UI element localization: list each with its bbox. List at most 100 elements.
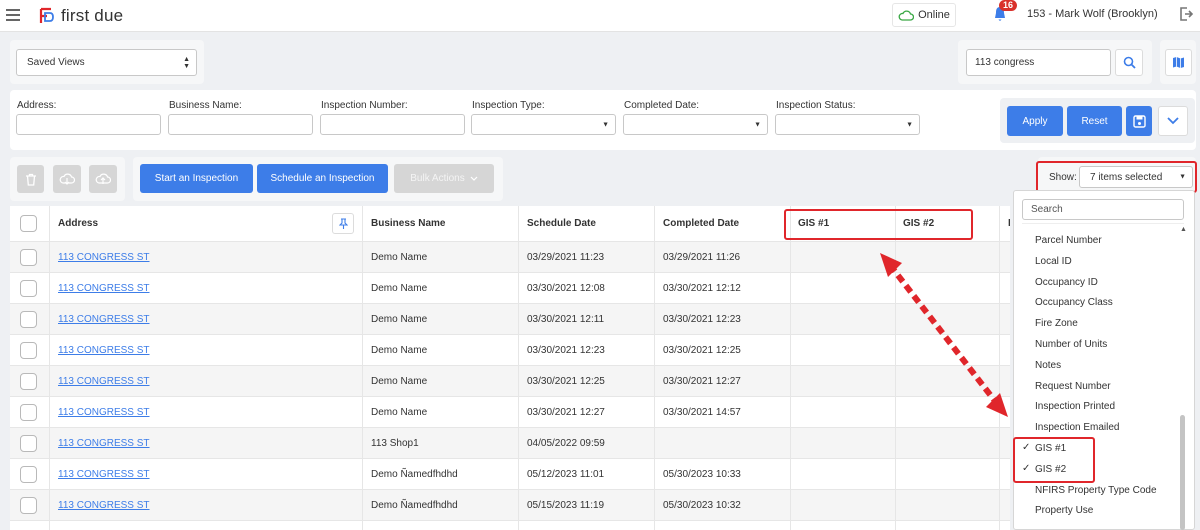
address-link[interactable]: 113 CONGRESS ST (58, 252, 150, 263)
column-option[interactable]: Property Use (1035, 505, 1093, 516)
next-column-header[interactable]: P (1000, 206, 1010, 241)
row-checkbox[interactable] (20, 279, 37, 297)
reset-button[interactable]: Reset (1067, 106, 1122, 136)
hamburger-menu-icon[interactable] (6, 9, 20, 21)
business-name-cell: Demo Name (371, 406, 428, 418)
expand-filters-button[interactable] (1158, 106, 1188, 136)
completed-date-select[interactable]: ▼ (623, 114, 768, 135)
completed-date-cell: 03/30/2021 14:57 (663, 406, 741, 418)
address-header[interactable]: Address (50, 206, 363, 241)
row-checkbox[interactable] (20, 465, 37, 483)
saved-views-select[interactable]: Saved Views ▲ ▼ (16, 49, 197, 76)
address-link[interactable]: 113 CONGRESS ST (58, 345, 150, 356)
show-select-highlight (1036, 161, 1197, 193)
row-select-cell (12, 366, 50, 396)
row-checkbox[interactable] (20, 434, 37, 452)
column-option[interactable]: Inspection Emailed (1035, 422, 1120, 433)
search-button[interactable] (1115, 49, 1143, 76)
table-row: 113 CONGRESS ST Demo Name 03/30/2021 12:27… (10, 397, 1010, 428)
column-option[interactable]: Occupancy Class (1035, 297, 1113, 308)
column-option[interactable]: Request Number (1035, 381, 1111, 392)
search-input[interactable]: 113 congress (966, 49, 1111, 76)
completed-date-header[interactable]: Completed Date (655, 206, 790, 241)
table-row: 113 CONGRESS ST Demo Ñamedfhdhd 05/12/2023… (10, 459, 1010, 490)
business-name-filter-input[interactable] (168, 114, 313, 135)
business-name-cell: 113 Shop1 (371, 437, 419, 449)
address-link[interactable]: 113 CONGRESS ST (58, 469, 150, 480)
address-link[interactable]: 113 CONGRESS ST (58, 283, 150, 294)
column-option[interactable]: Local ID (1035, 256, 1072, 267)
row-select-cell (12, 490, 50, 520)
notification-badge: 16 (999, 0, 1018, 11)
col-divider (49, 206, 50, 530)
completed-date-cell: 03/30/2021 12:12 (663, 282, 741, 294)
address-link[interactable]: 113 CONGRESS ST (58, 376, 150, 387)
business-name-cell: Demo Name (371, 313, 428, 325)
online-status[interactable]: Online (892, 3, 956, 27)
saved-views-value: Saved Views (27, 57, 85, 68)
start-inspection-button[interactable]: Start an Inspection (140, 164, 253, 193)
address-filter-input[interactable] (16, 114, 161, 135)
col-divider (654, 206, 655, 530)
address-link[interactable]: 113 CONGRESS ST (58, 500, 150, 511)
cloud-icon (898, 9, 915, 21)
inspection-number-filter-input[interactable] (320, 114, 465, 135)
chevron-down-icon (470, 176, 478, 181)
column-option[interactable]: Fire Zone (1035, 318, 1078, 329)
save-filter-button[interactable] (1126, 106, 1152, 136)
dropdown-scrollbar[interactable] (1180, 415, 1185, 530)
apply-button[interactable]: Apply (1007, 106, 1063, 136)
pin-column-button[interactable] (332, 213, 354, 234)
schedule-date-cell: 03/30/2021 12:08 (527, 282, 605, 294)
column-option[interactable]: NFIRS Property Type Code (1035, 485, 1157, 496)
address-link[interactable]: 113 CONGRESS ST (58, 407, 150, 418)
table-row: 113 CONGRESS ST Demo Name 03/29/2021 11:23… (10, 242, 1010, 273)
row-checkbox[interactable] (20, 403, 37, 421)
completed-date-cell: 03/30/2021 12:25 (663, 344, 741, 356)
inspection-type-select[interactable]: ▼ (471, 114, 616, 135)
column-option[interactable]: Occupancy ID (1035, 277, 1098, 288)
scroll-up-arrow-icon[interactable]: ▲ (1180, 226, 1187, 233)
address-cell: 113 CONGRESS ST (50, 459, 363, 489)
row-select-cell (12, 335, 50, 365)
delete-button[interactable] (17, 165, 44, 193)
schedule-date-cell: 04/05/2022 09:59 (527, 437, 605, 449)
business-name-cell: Demo Name (371, 251, 428, 263)
top-bar: first due Online 16 153 - Mark Wolf (Bro… (0, 0, 1200, 32)
map-view-button[interactable] (1165, 49, 1192, 76)
business-name-cell: Demo Ñamedfhdhd (371, 468, 458, 480)
row-checkbox[interactable] (20, 496, 37, 514)
business-name-header[interactable]: Business Name (363, 206, 519, 241)
address-link[interactable]: 113 CONGRESS ST (58, 314, 150, 325)
schedule-inspection-button[interactable]: Schedule an Inspection (257, 164, 388, 193)
row-checkbox[interactable] (20, 248, 37, 266)
row-checkbox[interactable] (20, 341, 37, 359)
inspection-number-filter-label: Inspection Number: (321, 100, 408, 111)
column-option[interactable]: Notes (1035, 360, 1061, 371)
table-row: 113 CONGRESS ST Demo Name 03/30/2021 12:11… (10, 304, 1010, 335)
select-all-cell (12, 206, 50, 241)
row-select-cell (12, 304, 50, 334)
download-button[interactable] (53, 165, 81, 193)
column-option[interactable]: Number of Units (1035, 339, 1107, 350)
address-cell: 113 CONGRESS ST (50, 273, 363, 303)
user-name[interactable]: 153 - Mark Wolf (Brooklyn) (1027, 8, 1158, 20)
app-logo[interactable]: first due (38, 6, 123, 26)
row-checkbox[interactable] (20, 310, 37, 328)
address-link[interactable]: 113 CONGRESS ST (58, 438, 150, 449)
row-checkbox[interactable] (20, 372, 37, 390)
col-divider (362, 206, 363, 530)
select-all-checkbox[interactable] (20, 215, 37, 232)
cloud-upload-icon (95, 173, 111, 184)
bulk-actions-button[interactable]: Bulk Actions (394, 164, 494, 193)
column-option[interactable]: Inspection Printed (1035, 401, 1115, 412)
column-search-input[interactable]: Search (1022, 199, 1184, 220)
completed-date-filter-label: Completed Date: (624, 100, 700, 111)
logout-icon[interactable] (1178, 6, 1194, 22)
trash-icon (25, 173, 36, 186)
column-option[interactable]: Parcel Number (1035, 235, 1102, 246)
divider (1022, 223, 1184, 224)
upload-button[interactable] (89, 165, 117, 193)
inspection-status-select[interactable]: ▼ (775, 114, 920, 135)
schedule-date-header[interactable]: Schedule Date (519, 206, 655, 241)
